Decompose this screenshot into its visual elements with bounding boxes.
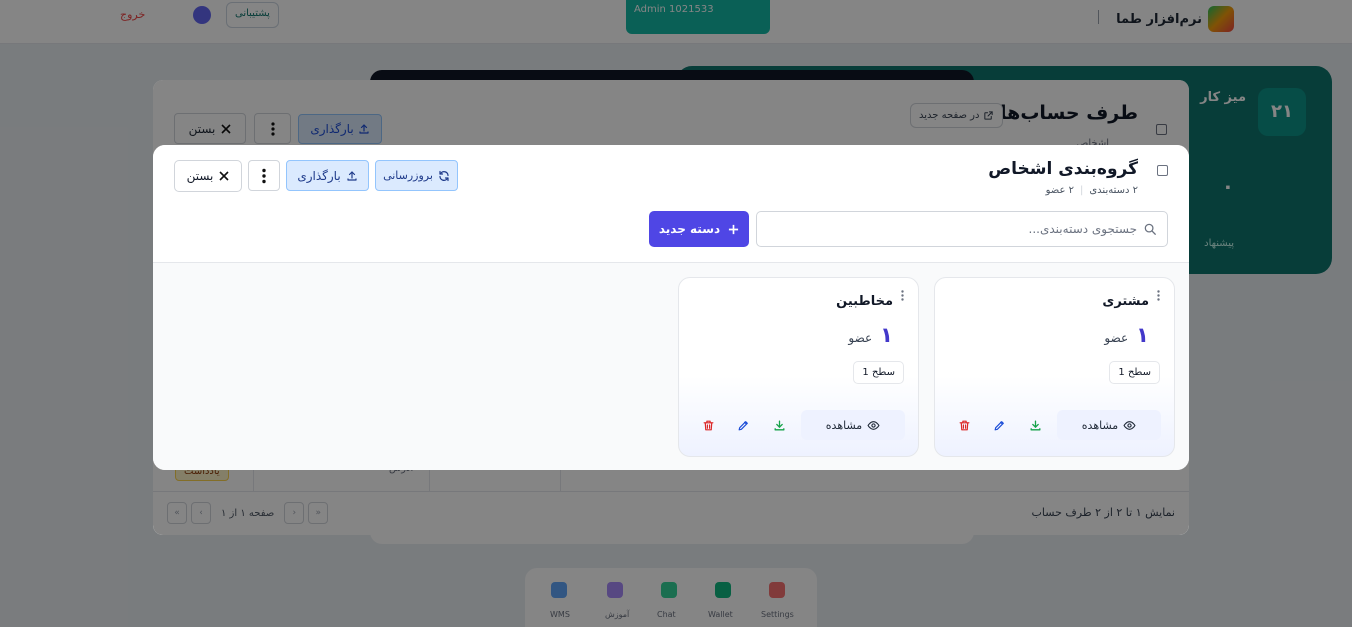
- divider: |: [1079, 185, 1084, 196]
- download-icon: [1030, 420, 1040, 430]
- delete-button[interactable]: [700, 417, 716, 433]
- groups-stats: ۲ دسته‌بندی | ۲ عضو: [1046, 185, 1138, 196]
- plus-icon: [729, 224, 739, 234]
- group-card[interactable]: مشتری ۱ عضو سطح 1 مشاهده: [934, 277, 1175, 457]
- groups-count: ۲ دسته‌بندی: [1089, 185, 1138, 196]
- groups-grid: مشتری ۱ عضو سطح 1 مشاهده مخاطبین ۱ عضو س…: [153, 263, 1189, 470]
- member-count-unit: عضو: [1104, 331, 1129, 345]
- select-checkbox[interactable]: [1157, 165, 1168, 176]
- member-count-unit: عضو: [848, 331, 873, 345]
- pencil-icon: [738, 420, 748, 430]
- view-button[interactable]: مشاهده: [801, 410, 905, 440]
- group-name: مشتری: [1102, 294, 1149, 309]
- close-label: بستن: [186, 169, 214, 183]
- view-button[interactable]: مشاهده: [1057, 410, 1161, 440]
- member-count: ۱ عضو: [848, 323, 893, 347]
- groups-header: گروه‌بندی اشخاص ۲ دسته‌بندی | ۲ عضو بروز…: [153, 145, 1189, 263]
- level-badge: سطح 1: [853, 361, 904, 384]
- group-card[interactable]: مخاطبین ۱ عضو سطح 1 مشاهده: [678, 277, 919, 457]
- refresh-label: بروزرسانی: [383, 169, 433, 182]
- groups-title: گروه‌بندی اشخاص: [988, 159, 1138, 179]
- view-label: مشاهده: [1081, 418, 1119, 432]
- more-vertical-icon: [262, 168, 266, 183]
- edit-button[interactable]: [991, 417, 1007, 433]
- new-group-button[interactable]: دسته جدید: [649, 211, 749, 247]
- eye-icon: [1123, 420, 1136, 430]
- view-label: مشاهده: [825, 418, 863, 432]
- download-icon: [774, 420, 784, 430]
- download-button[interactable]: [1027, 417, 1043, 433]
- more-vertical-icon: [900, 289, 904, 301]
- more-options-button[interactable]: [248, 160, 280, 191]
- group-name: مخاطبین: [836, 294, 893, 309]
- upload-label: بارگذاری: [297, 168, 341, 183]
- search-input[interactable]: [767, 212, 1137, 246]
- edit-button[interactable]: [735, 417, 751, 433]
- more-vertical-icon: [1156, 289, 1160, 301]
- pencil-icon: [994, 420, 1004, 430]
- delete-button[interactable]: [956, 417, 972, 433]
- members-count: ۲ عضو: [1045, 185, 1074, 196]
- member-count-value: ۱: [880, 323, 893, 347]
- trash-icon: [703, 420, 713, 430]
- groups-modal: گروه‌بندی اشخاص ۲ دسته‌بندی | ۲ عضو بروز…: [153, 145, 1189, 470]
- member-count: ۱ عضو: [1104, 323, 1149, 347]
- upload-icon: [347, 170, 357, 181]
- trash-icon: [959, 420, 969, 430]
- download-button[interactable]: [771, 417, 787, 433]
- search-box[interactable]: [756, 211, 1168, 247]
- refresh-icon: [439, 170, 449, 181]
- level-badge: سطح 1: [1109, 361, 1160, 384]
- member-count-value: ۱: [1136, 323, 1149, 347]
- close-icon: [219, 171, 229, 181]
- eye-icon: [867, 420, 880, 430]
- new-group-label: دسته جدید: [658, 222, 721, 236]
- card-menu-button[interactable]: [1152, 288, 1164, 302]
- close-button[interactable]: بستن: [174, 160, 242, 192]
- search-icon: [1144, 223, 1156, 235]
- refresh-button[interactable]: بروزرسانی: [375, 160, 458, 191]
- card-menu-button[interactable]: [896, 288, 908, 302]
- upload-button[interactable]: بارگذاری: [286, 160, 369, 191]
